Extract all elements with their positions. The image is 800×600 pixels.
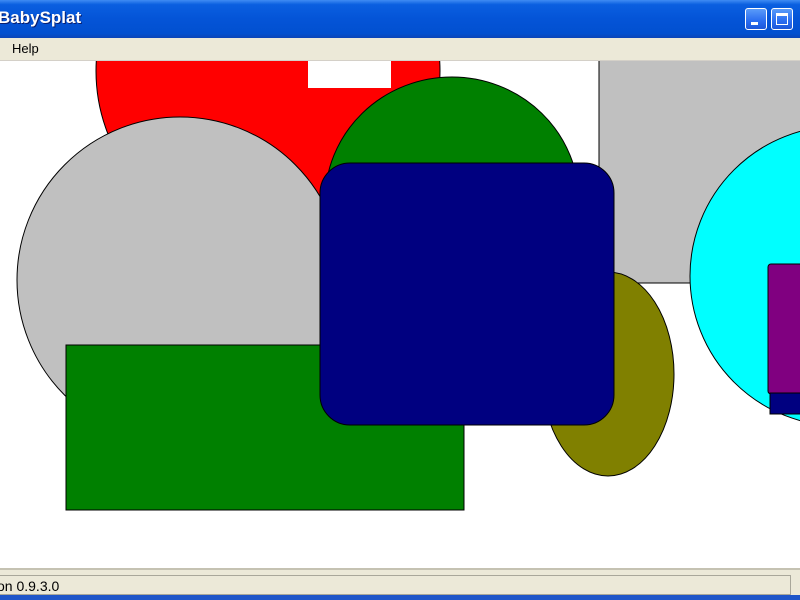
- navy-rounded-rectangle: [319, 162, 615, 426]
- window-title: BabySplat: [0, 8, 82, 27]
- purple-rectangle: [767, 263, 800, 395]
- menu-bar: Help: [0, 38, 800, 61]
- menu-help[interactable]: Help: [8, 41, 43, 56]
- title-bar[interactable]: BabySplat: [0, 0, 800, 38]
- version-text: on 0.9.3.0: [0, 578, 60, 594]
- splat-canvas[interactable]: [0, 61, 800, 568]
- navy-rectangle-small: [769, 392, 800, 415]
- status-panel: on 0.9.3.0: [0, 575, 791, 595]
- minimize-button[interactable]: [745, 8, 767, 30]
- maximize-button[interactable]: [771, 8, 793, 30]
- window-bottom-frame: [0, 595, 800, 600]
- white-square: [308, 61, 391, 88]
- minimize-icon: [751, 22, 758, 25]
- maximize-icon: [776, 13, 788, 25]
